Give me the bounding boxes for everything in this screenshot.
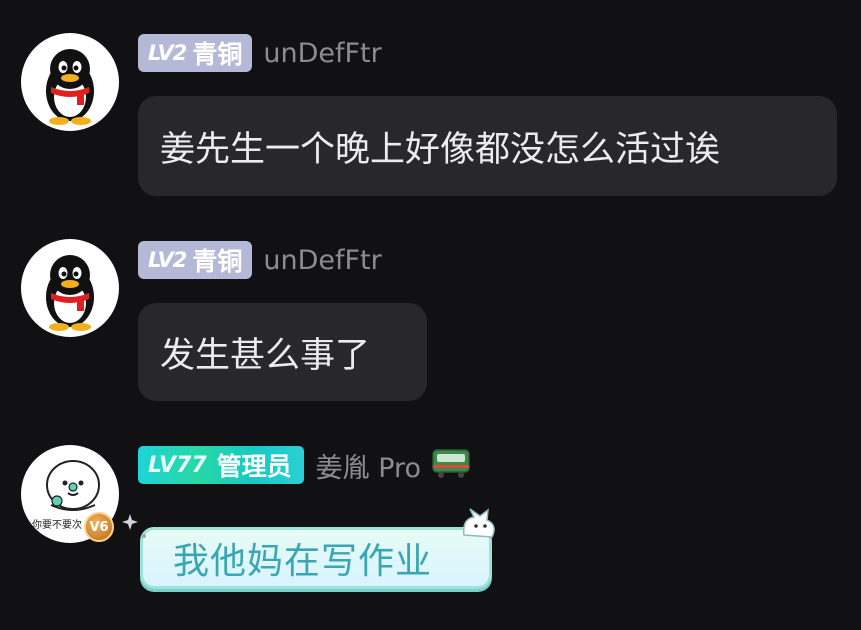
- username[interactable]: 姜胤 Pro: [316, 446, 421, 485]
- message-header: LV2 青铜 unDefFtr: [138, 240, 382, 280]
- avatar-caption: 你要不要次: [32, 520, 82, 531]
- message-text: 姜先生一个晚上好像都没怎么活过诶: [160, 129, 721, 170]
- avatar[interactable]: [21, 239, 119, 337]
- message-bubble[interactable]: 发生甚么事了: [138, 303, 427, 401]
- message-bubble[interactable]: 我他妈在写作业: [140, 527, 492, 589]
- rank-label: 青铜: [192, 40, 243, 69]
- message-bubble[interactable]: 姜先生一个晚上好像都没怎么活过诶: [138, 96, 837, 196]
- message-text: 我他妈在写作业: [173, 541, 433, 582]
- admin-badge[interactable]: LV77 管理员: [138, 446, 304, 484]
- message-text: 发生甚么事了: [160, 335, 371, 376]
- vip-badge: V6: [84, 512, 114, 542]
- cat-decoration-icon: [462, 508, 495, 538]
- message-header: LV2 青铜 unDefFtr: [138, 33, 382, 73]
- level-label: LV77: [148, 452, 207, 478]
- level-badge[interactable]: LV2 青铜: [138, 241, 253, 279]
- level-label: LV2: [148, 248, 187, 272]
- train-icon: [431, 447, 471, 483]
- qq-penguin-icon: [46, 49, 94, 125]
- level-badge[interactable]: LV2 青铜: [138, 34, 253, 72]
- rank-label: 管理员: [216, 452, 292, 481]
- avatar[interactable]: [21, 33, 119, 131]
- qq-penguin-icon: [46, 255, 94, 331]
- username[interactable]: unDefFtr: [263, 38, 381, 69]
- sparkle-icon: [122, 514, 146, 538]
- username[interactable]: unDefFtr: [263, 245, 381, 276]
- level-label: LV2: [148, 41, 187, 65]
- rank-label: 青铜: [192, 247, 243, 276]
- message-header: LV77 管理员 姜胤 Pro: [138, 445, 471, 485]
